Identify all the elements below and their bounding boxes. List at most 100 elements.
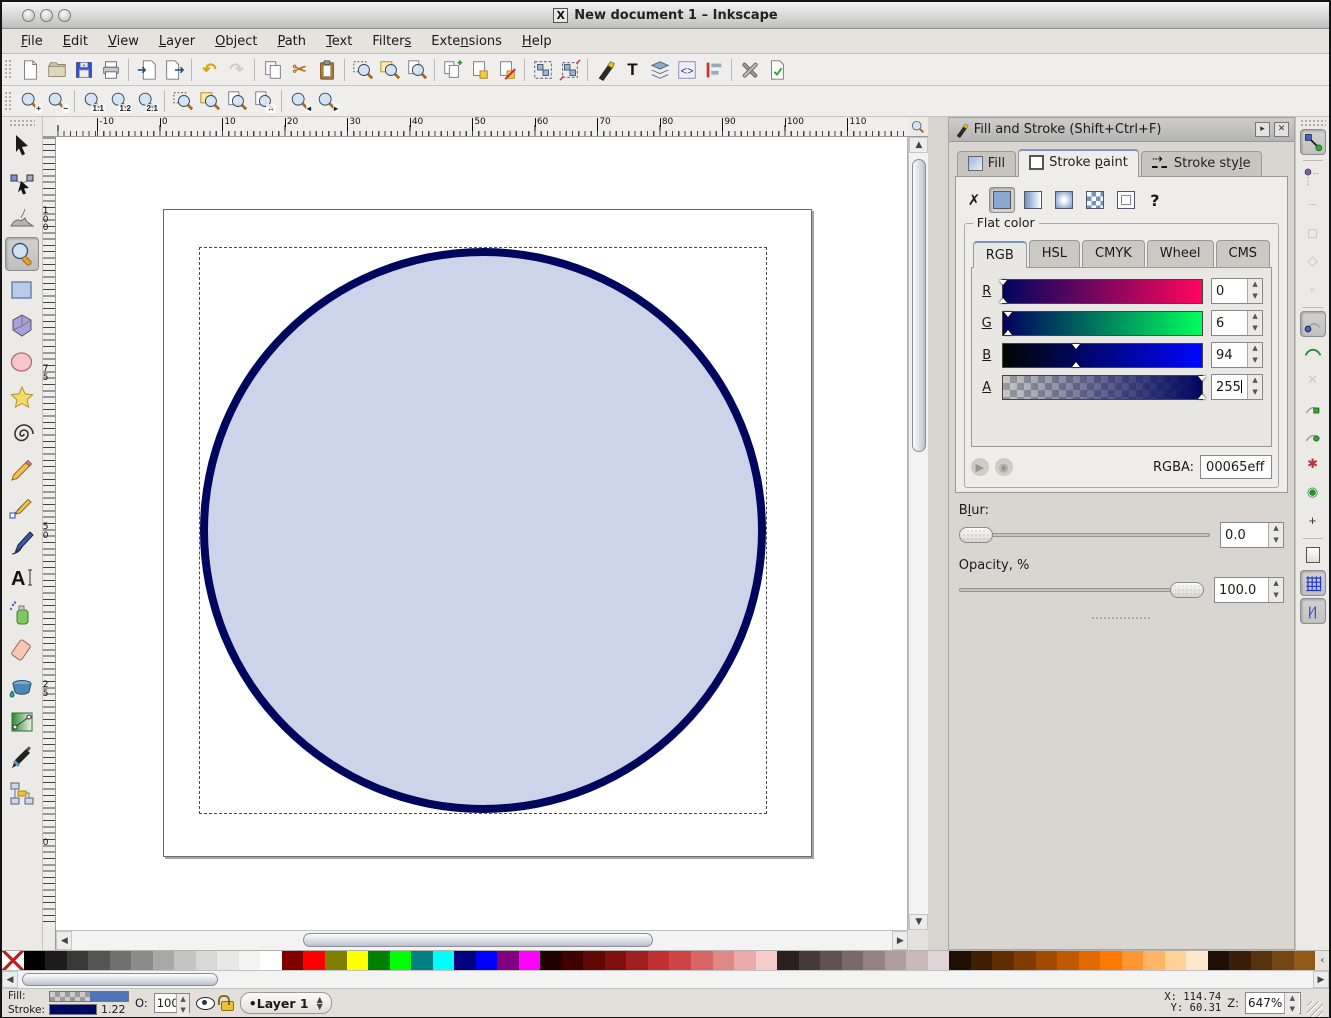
duplicate-button[interactable] bbox=[439, 56, 466, 83]
snap-cusp-nodes-button[interactable] bbox=[1300, 395, 1326, 421]
palette-swatch[interactable] bbox=[131, 951, 153, 970]
selector-tool-button[interactable] bbox=[5, 129, 39, 163]
palette-swatch[interactable] bbox=[325, 951, 347, 970]
palette-swatch[interactable] bbox=[1036, 951, 1058, 970]
xml-editor-button[interactable] bbox=[673, 56, 700, 83]
palette-swatch[interactable] bbox=[1165, 951, 1187, 970]
palette-swatch[interactable] bbox=[217, 951, 239, 970]
palette-swatch[interactable] bbox=[153, 951, 175, 970]
vertical-scrollbar[interactable]: ▲ ▼ bbox=[908, 137, 928, 930]
palette-swatch[interactable] bbox=[992, 951, 1014, 970]
flat-color-button[interactable] bbox=[989, 187, 1015, 213]
zoom-1-1-button[interactable] bbox=[908, 117, 928, 137]
zoom-page-width-button[interactable]: ↔ bbox=[250, 88, 277, 115]
spin-arrows[interactable]: ▲▼ bbox=[1247, 343, 1262, 367]
palette-swatch[interactable] bbox=[1251, 951, 1273, 970]
palette-swatch[interactable] bbox=[476, 951, 498, 970]
scroll-down-arrow[interactable]: ▼ bbox=[909, 914, 928, 930]
tweak-tool-button[interactable] bbox=[5, 201, 39, 235]
menu-text[interactable]: Text bbox=[317, 31, 361, 52]
snap-bounding-box-button[interactable] bbox=[1300, 164, 1326, 190]
menu-view[interactable]: View bbox=[99, 31, 148, 52]
rectangle-tool-button[interactable] bbox=[5, 273, 39, 307]
window-resize-grip[interactable] bbox=[1307, 1001, 1323, 1017]
color-tab-cms[interactable]: CMS bbox=[1216, 240, 1271, 267]
spiral-tool-button[interactable] bbox=[5, 417, 39, 451]
blur-spinbox[interactable]: 0.0 ▲▼ bbox=[1220, 522, 1284, 548]
menu-layer[interactable]: Layer bbox=[150, 31, 204, 52]
snap-object-centers-button[interactable]: ◉ bbox=[1300, 479, 1326, 505]
color-tab-rgb[interactable]: RGB bbox=[973, 241, 1027, 268]
palette-prev-arrow[interactable]: ‹ bbox=[1315, 951, 1329, 970]
palette-swatch[interactable] bbox=[1057, 951, 1079, 970]
palette-swatch[interactable] bbox=[110, 951, 132, 970]
palette-swatch[interactable] bbox=[390, 951, 412, 970]
paint-bucket-tool-button[interactable] bbox=[5, 669, 39, 703]
b-value-spinbox[interactable]: 94▲▼ bbox=[1211, 342, 1263, 368]
palette-scroll-right[interactable]: ▶ bbox=[1313, 971, 1329, 988]
palette-swatch[interactable] bbox=[497, 951, 519, 970]
palette-swatch[interactable] bbox=[691, 951, 713, 970]
palette-swatch[interactable] bbox=[971, 951, 993, 970]
zoom-2-1-button[interactable]: 2:1 bbox=[133, 88, 160, 115]
layers-dialog-button[interactable] bbox=[646, 56, 673, 83]
toolbar-grip[interactable] bbox=[4, 59, 12, 81]
palette-swatch[interactable] bbox=[906, 951, 928, 970]
menu-edit[interactable]: Edit bbox=[54, 31, 97, 52]
layer-lock-icon[interactable] bbox=[221, 1001, 234, 1011]
save-document-button[interactable] bbox=[70, 56, 97, 83]
star-tool-button[interactable] bbox=[5, 381, 39, 415]
color-tab-wheel[interactable]: Wheel bbox=[1147, 240, 1214, 267]
palette-swatch[interactable] bbox=[1186, 951, 1208, 970]
canvas[interactable] bbox=[56, 137, 908, 930]
radial-gradient-button[interactable] bbox=[1051, 187, 1077, 213]
palette-swatch[interactable] bbox=[885, 951, 907, 970]
palette-swatch[interactable] bbox=[1208, 951, 1230, 970]
palette-swatch[interactable] bbox=[1014, 951, 1036, 970]
zoom-page-button[interactable] bbox=[223, 88, 250, 115]
snap-smooth-nodes-button[interactable] bbox=[1300, 423, 1326, 449]
document-properties-button[interactable] bbox=[763, 56, 790, 83]
circle-object[interactable] bbox=[200, 248, 766, 813]
layer-selector[interactable]: •Layer 1 ▲▼ bbox=[240, 992, 332, 1014]
spin-arrows[interactable]: ▲▼ bbox=[1247, 311, 1262, 335]
zoom-to-selection-button[interactable] bbox=[349, 56, 376, 83]
vertical-ruler[interactable]: 1007550250 bbox=[43, 137, 57, 927]
a-slider[interactable] bbox=[1002, 375, 1203, 400]
palette-swatch[interactable] bbox=[260, 951, 282, 970]
gradient-tool-button[interactable] bbox=[5, 705, 39, 739]
panel-close-button[interactable]: ✕ bbox=[1274, 122, 1289, 137]
zoom-to-page-button[interactable] bbox=[403, 56, 430, 83]
palette-swatch[interactable] bbox=[411, 951, 433, 970]
snap-grid-button[interactable] bbox=[1300, 570, 1326, 596]
zoom-tool-button[interactable] bbox=[5, 237, 39, 271]
box3d-tool-button[interactable] bbox=[5, 309, 39, 343]
scroll-right-arrow[interactable]: ▶ bbox=[892, 931, 908, 950]
opacity-slider[interactable] bbox=[959, 582, 1204, 598]
palette-swatch[interactable] bbox=[303, 951, 325, 970]
snapbar-grip[interactable] bbox=[1300, 119, 1326, 126]
palette-swatch[interactable] bbox=[433, 951, 455, 970]
palette-swatch[interactable] bbox=[1229, 951, 1251, 970]
palette-swatch[interactable] bbox=[67, 951, 89, 970]
palette-swatch[interactable] bbox=[1143, 951, 1165, 970]
panel-title-bar[interactable]: Fill and Stroke (Shift+Ctrl+F) ▸ ✕ bbox=[949, 118, 1294, 142]
a-value-spinbox[interactable]: 255▲▼ bbox=[1211, 374, 1263, 400]
connector-tool-button[interactable] bbox=[5, 777, 39, 811]
ellipse-tool-button[interactable] bbox=[5, 345, 39, 379]
menu-object[interactable]: Object bbox=[206, 31, 266, 52]
palette-swatch[interactable] bbox=[347, 951, 369, 970]
palette-scroll-thumb[interactable] bbox=[22, 973, 218, 986]
palette-swatch[interactable] bbox=[734, 951, 756, 970]
palette-swatch[interactable] bbox=[174, 951, 196, 970]
zoom-drawing-button[interactable] bbox=[196, 88, 223, 115]
linear-gradient-button[interactable] bbox=[1020, 187, 1046, 213]
palette-swatch[interactable] bbox=[842, 951, 864, 970]
align-dialog-button[interactable] bbox=[700, 56, 727, 83]
blur-slider[interactable] bbox=[959, 527, 1210, 543]
pen-tool-button[interactable] bbox=[5, 489, 39, 523]
palette-scroll-left[interactable]: ◀ bbox=[2, 971, 18, 988]
unlink-clone-button[interactable] bbox=[493, 56, 520, 83]
opacity-spinbox[interactable]: 100.0 ▲▼ bbox=[1214, 577, 1284, 603]
zoom-to-drawing-button[interactable] bbox=[376, 56, 403, 83]
